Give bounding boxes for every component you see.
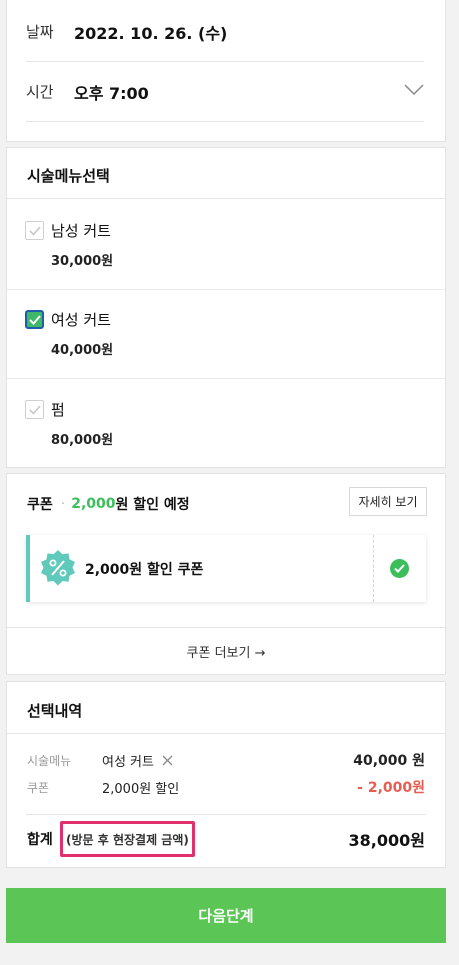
coupon-title: 쿠폰: [27, 497, 53, 513]
summary-header: 선택내역: [7, 682, 445, 734]
menu-item-price: 40,000원: [51, 343, 114, 358]
summary-row-label: 쿠폰: [27, 781, 50, 795]
menu-title: 시술메뉴선택: [27, 167, 110, 185]
menu-header: 시술메뉴선택: [7, 148, 445, 199]
menu-item-name: 펌: [51, 401, 65, 419]
date-row: 날짜 2022. 10. 26. (수): [26, 2, 424, 62]
menu-item-price: 80,000원: [51, 433, 114, 448]
check-circle-icon[interactable]: [390, 559, 409, 578]
coupon-detail-button[interactable]: 자세히 보기: [349, 487, 427, 516]
coupon-discount-suffix: 원 할인 예정: [115, 497, 190, 513]
total-amount: 38,000원: [348, 831, 425, 850]
total-note: (방문 후 현장결제 금액): [60, 821, 195, 857]
menu-item-name: 남성 커트: [51, 222, 111, 240]
summary-card: 선택내역 시술메뉴 여성 커트 40,000 원 쿠폰 2,000원 할인 - …: [6, 681, 446, 868]
check-icon: [28, 225, 41, 236]
menu-item-perm[interactable]: 펌 80,000원: [7, 379, 445, 469]
summary-menu-name: 여성 커트: [102, 755, 154, 770]
chevron-down-icon[interactable]: [404, 84, 424, 96]
total-label: 합계: [27, 832, 53, 848]
menu-card: 시술메뉴선택 남성 커트 30,000원 여성 커트 40,000원 펌 80,…: [6, 147, 446, 468]
time-label: 시간: [26, 83, 54, 101]
summary-title: 선택내역: [27, 702, 83, 720]
menu-item-male-cut[interactable]: 남성 커트 30,000원: [7, 200, 445, 290]
coupon-item[interactable]: 2,000원 할인 쿠폰: [26, 535, 426, 602]
menu-item-name: 여성 커트: [51, 311, 111, 329]
percent-badge-icon: [41, 550, 75, 586]
checkbox[interactable]: [25, 400, 44, 419]
date-value: 2022. 10. 26. (수): [74, 23, 228, 43]
coupon-name: 2,000원 할인 쿠폰: [85, 562, 204, 578]
coupon-discount-amount: 2,000: [71, 496, 116, 512]
summary-row-label: 시술메뉴: [27, 754, 72, 768]
menu-item-price: 30,000원: [51, 254, 114, 269]
coupon-card: 쿠폰 · 2,000 원 할인 예정 자세히 보기 2,000원 할인 쿠폰 쿠…: [6, 473, 446, 675]
summary-row-value: 여성 커트: [102, 751, 173, 770]
next-step-button[interactable]: 다음단계: [6, 888, 446, 943]
check-icon: [28, 314, 41, 325]
check-icon: [28, 404, 41, 415]
coupon-divider: [373, 535, 374, 602]
coupon-header: 쿠폰 · 2,000 원 할인 예정: [27, 494, 190, 514]
checkbox[interactable]: [25, 221, 44, 240]
separator-dot: ·: [60, 496, 66, 512]
schedule-card: 날짜 2022. 10. 26. (수) 시간 오후 7:00: [6, 0, 446, 142]
close-icon[interactable]: [162, 755, 173, 766]
summary-discount-amount: - 2,000원: [357, 780, 425, 796]
summary-row-value: 2,000원 할인: [102, 782, 180, 797]
time-value: 오후 7:00: [74, 83, 149, 103]
coupon-more-button[interactable]: 쿠폰 더보기 →: [7, 627, 445, 674]
checkbox-checked[interactable]: [25, 310, 44, 329]
menu-item-female-cut[interactable]: 여성 커트 40,000원: [7, 289, 445, 379]
time-select[interactable]: 시간 오후 7:00: [26, 62, 424, 122]
summary-row-amount: 40,000 원: [353, 753, 425, 769]
divider: [26, 814, 426, 815]
date-label: 날짜: [26, 23, 54, 41]
